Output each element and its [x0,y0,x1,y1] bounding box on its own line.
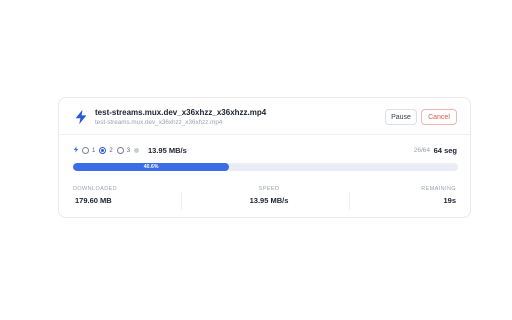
connections-icon [73,146,79,155]
stat-speed-value: 13.95 MB/s [249,196,289,205]
bolt-icon [71,106,91,128]
connections-option-3-radio[interactable] [116,147,124,154]
stat-remaining-value: 19s [443,196,456,205]
progress-bar: 40.6% [73,163,458,171]
stats-row: DOWNLOADED 179.60 MB SPEED 13.95 MB/s RE… [59,186,470,216]
cancel-button[interactable]: Cancel [421,109,457,125]
connections-selector: 1 2 3 [73,145,143,156]
current-speed: 13.95 MB/s [148,146,187,155]
connections-option-1-label: 1 [92,147,96,154]
file-url: test-streams.mux.dev_x36xhzz_x36xhzz.mp4 [95,119,223,126]
download-card: test-streams.mux.dev_x36xhzz_x36xhzz.mp4… [58,97,471,218]
stat-downloaded: DOWNLOADED 179.60 MB [73,186,117,205]
connections-option-3-label: 3 [126,147,131,154]
file-name: test-streams.mux.dev_x36xhzz_x36xhzz.mp4 [95,108,267,117]
stat-remaining: REMAINING 19s [421,186,456,205]
progress-label: 40.6% [143,164,159,170]
stat-downloaded-label: DOWNLOADED [73,186,118,192]
stat-speed: SPEED 13.95 MB/s [219,186,319,205]
download-header: test-streams.mux.dev_x36xhzz_x36xhzz.mp4… [59,98,470,135]
connections-option-1-radio[interactable] [82,147,89,154]
connections-more-dot[interactable] [134,148,140,153]
connections-option-2-radio[interactable] [99,147,107,154]
progress-fill: 40.6% [73,163,230,171]
stat-remaining-label: REMAINING [421,186,456,192]
connections-option-2-label: 2 [109,147,113,154]
stats-divider [181,192,182,210]
segment-total: 64 seg [433,146,457,155]
stats-divider [349,192,350,210]
stat-downloaded-value: 179.60 MB [75,196,112,205]
segment-progress: 26/64 [413,147,430,154]
pause-button[interactable]: Pause [385,109,417,125]
stat-speed-label: SPEED [258,186,280,192]
